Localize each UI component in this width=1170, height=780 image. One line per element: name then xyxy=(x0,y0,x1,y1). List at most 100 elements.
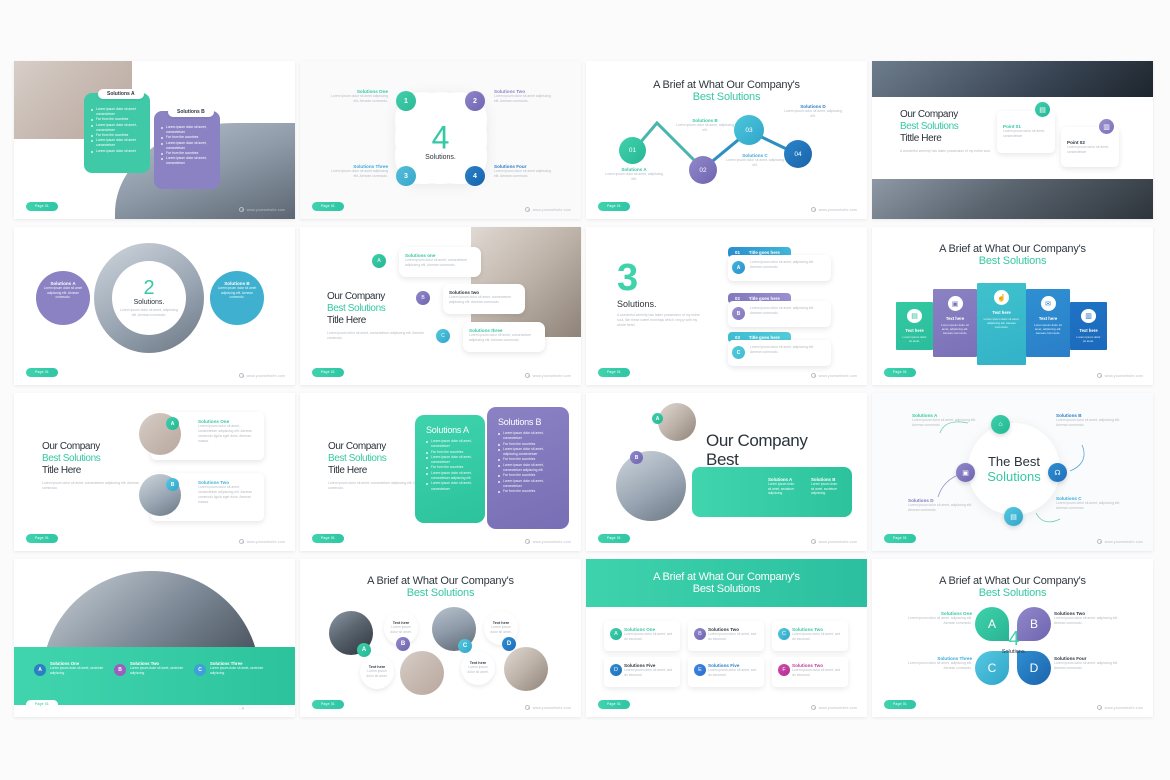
home-icon[interactable]: ⌂ xyxy=(991,415,1010,434)
slide-6-bubble-2[interactable]: Solutions two Lorem ipsum dolor sit amet… xyxy=(443,284,525,314)
slide-11-page-badge[interactable]: Page 01 xyxy=(598,534,630,543)
slide-9-website: www.yourwebsite.com xyxy=(238,539,285,544)
slide-15-card-1[interactable]: A Solutions One Lorem ipsum dolor sit am… xyxy=(604,621,680,651)
slide-10-card-a[interactable]: Solutions A Lorem ipsum dolor sit amet, … xyxy=(415,415,485,523)
slide-thumbnail-16[interactable]: A Brief at What Our Company's Best Solut… xyxy=(872,559,1153,717)
slide-14-title-line2: Best Solutions xyxy=(406,587,475,599)
slide-2-node-1[interactable]: 1 xyxy=(396,91,416,111)
slide-15-card-6[interactable]: F Solutions Two Lorem ipsum dolor sit am… xyxy=(772,657,848,687)
search-icon xyxy=(1096,539,1102,544)
slide-1-page-badge[interactable]: Page 01 xyxy=(26,202,58,211)
slide-thumbnail-13[interactable]: A Solutions One Lorem ipsum dolor sit am… xyxy=(14,559,295,717)
building-icon: ▤ xyxy=(1035,102,1050,117)
slide-1-label-solutions-b: Solutions B xyxy=(168,107,214,117)
slide-thumbnail-6[interactable]: Our Company Best Solutions Title Here Lo… xyxy=(300,227,581,385)
slide-16-body-a: Lorem ipsum dolor sit amet, adipiscing e… xyxy=(907,616,972,625)
slide-11-photo-bottom xyxy=(616,451,686,521)
slide-14-label-a[interactable]: Text here Lorem ipsum dolor sit amet. xyxy=(360,655,394,689)
slide-2-body-4: Lorem ipsum dolor sit amet adipiscing el… xyxy=(494,169,551,178)
slide-10-card-b-bullet: Lorem ipsum dolor sit amet, consectetuer… xyxy=(498,463,558,474)
slide-1-card-b[interactable]: Lorem ipsum dolor sit amet, consectetuer… xyxy=(154,111,220,189)
slide-6-bubble-1[interactable]: Solutions one Lorem ipsum dolor sit amet… xyxy=(399,247,481,277)
slide-12-page-badge[interactable]: Page 01 xyxy=(884,534,916,543)
slide-6-badge-c: C xyxy=(436,329,450,343)
slide-15-card-2[interactable]: B Solutions Two Lorem ipsum dolor sit am… xyxy=(688,621,764,651)
slide-7-bar-3[interactable]: 03 Title goes here C Lorem ipsum dolor s… xyxy=(728,332,831,369)
slide-7-bar-2[interactable]: 02 Title goes here B Lorem ipsum dolor s… xyxy=(728,293,831,330)
slide-thumbnail-1[interactable]: Lorem ipsum dolor sit amet consectetuer … xyxy=(14,61,295,219)
slide-8-column-3[interactable]: ☝ Text here Lorem ipsum dolor sit amet, … xyxy=(977,283,1026,365)
slide-4-point-card-1[interactable]: Point 01 Lorem ipsum dolor sit amet, con… xyxy=(997,111,1055,153)
slide-7-bar-1-badge: A xyxy=(732,261,745,274)
slide-13-item-1[interactable]: A Solutions One Lorem ipsum dolor sit am… xyxy=(34,661,110,676)
search-icon xyxy=(524,207,530,212)
slide-3-node-04[interactable]: 04 xyxy=(784,140,812,168)
slide-2-node-4[interactable]: 4 xyxy=(465,166,485,186)
slide-3-node-03[interactable]: 03 xyxy=(734,115,764,145)
slide-2-body-3: Lorem ipsum dolor sit amet adipiscing el… xyxy=(331,169,388,178)
slide-14-badge-b: B xyxy=(396,637,410,651)
slide-7-bar-1-body: Lorem ipsum dolor sit amet, adipiscing e… xyxy=(750,260,815,269)
slide-5-bubble-b[interactable]: Solutions B Lorem ipsum dolor sit amet a… xyxy=(210,271,264,325)
slide-3-page-badge[interactable]: Page 01 xyxy=(598,202,630,211)
slide-8-column-4[interactable]: ✉ Text here Lorem ipsum dolor sit amet, … xyxy=(1026,289,1070,357)
slide-9-page-badge[interactable]: Page 01 xyxy=(26,534,58,543)
slide-3-node-02[interactable]: 02 xyxy=(689,156,717,184)
slide-16-page-badge[interactable]: Page 01 xyxy=(884,700,916,709)
slide-5-page-badge[interactable]: Page 01 xyxy=(26,368,58,377)
slide-16-diamond-c[interactable]: C xyxy=(975,651,1009,685)
slide-14-page-badge[interactable]: Page 01 xyxy=(312,700,344,709)
slide-10-card-b[interactable]: Solutions B Lorem ipsum dolor sit amet, … xyxy=(487,407,569,529)
slide-thumbnail-8[interactable]: A Brief at What Our Company's Best Solut… xyxy=(872,227,1153,385)
slide-6-bubble-3[interactable]: Solutions three Lorem ipsum dolor sit am… xyxy=(463,322,545,352)
slide-15-card-4[interactable]: D Solutions Five Lorem ipsum dolor sit a… xyxy=(604,657,680,687)
bag-icon[interactable]: ▣ xyxy=(956,463,975,482)
slide-11-green-panel[interactable]: Solutions A Lorem ipsum dolor sit amet, … xyxy=(692,467,852,517)
slide-15-card-5[interactable]: E Solutions Five Lorem ipsum dolor sit a… xyxy=(688,657,764,687)
slide-2-node-2[interactable]: 2 xyxy=(465,91,485,111)
slide-13-page-badge[interactable]: Page 01 xyxy=(26,700,58,709)
slide-thumbnail-2[interactable]: 4 Solutions. 1 Solutions One Lorem ipsum… xyxy=(300,61,581,219)
slide-15-body-4: Lorem ipsum dolor sit amet, sed do eiusm… xyxy=(624,668,673,677)
slide-5-bubble-a[interactable]: Solutions A Lorem ipsum dolor sit amet a… xyxy=(36,271,90,325)
slide-11-badge-a: A xyxy=(652,413,663,424)
slide-1-card-b-bullet: Lorem ipsum dolor sit amet, consectetuer xyxy=(161,156,213,166)
slide-2-body-2: Lorem ipsum dolor sit amet adipiscing el… xyxy=(494,94,551,103)
slide-thumbnail-7[interactable]: 3 Solutions. A wonderful serenity has ta… xyxy=(586,227,867,385)
slide-6-page-badge[interactable]: Page 01 xyxy=(312,368,344,377)
slide-8-column-5[interactable]: ▥ Text here Lorem ipsum dolor sit amet. xyxy=(1070,302,1107,350)
slide-2-page-badge[interactable]: Page 01 xyxy=(312,202,344,211)
slide-thumbnail-10[interactable]: Our Company Best Solutions Title Here Lo… xyxy=(300,393,581,551)
book-icon[interactable]: ▤ xyxy=(1004,507,1023,526)
slide-8-col-3-body: Lorem ipsum dolor sit amet, adipiscing e… xyxy=(983,317,1020,330)
slide-2-node-3[interactable]: 3 xyxy=(396,166,416,186)
slide-4-point-card-2[interactable]: Point 02 Lorem ipsum dolor sit amet, con… xyxy=(1061,127,1119,167)
slide-15-page-badge[interactable]: Page 01 xyxy=(598,700,630,709)
slide-7-bar-1[interactable]: 01 Title goes here A Lorem ipsum dolor s… xyxy=(728,247,831,284)
slide-8-column-1[interactable]: ▤ Text here Lorem ipsum dolor sit amet. xyxy=(896,302,933,350)
slide-16-diamond-d[interactable]: D xyxy=(1017,651,1051,685)
slide-thumbnail-5[interactable]: 2 Solutions. Lorem ipsum dolor sit amet,… xyxy=(14,227,295,385)
slide-thumbnail-11[interactable]: Our Company Best Solutions Title Here So… xyxy=(586,393,867,551)
slide-3-website-text: www.yourwebsite.com xyxy=(818,207,857,212)
slide-8-column-2[interactable]: ▣ Text here Lorem ipsum dolor sit amet, … xyxy=(933,289,977,357)
slide-3-node-01[interactable]: 01 xyxy=(619,137,646,164)
slide-thumbnail-14[interactable]: A Brief at What Our Company's Best Solut… xyxy=(300,559,581,717)
slide-15-card-3[interactable]: C Solutions Two Lorem ipsum dolor sit am… xyxy=(772,621,848,651)
slide-1-card-a[interactable]: Lorem ipsum dolor sit amet consectetuer … xyxy=(84,93,150,173)
headset-icon[interactable]: ☊ xyxy=(1048,463,1067,482)
slide-thumbnail-9[interactable]: Our Company Best Solutions Title Here Lo… xyxy=(14,393,295,551)
slide-14-label-c[interactable]: Text here Lorem ipsum dolor sit amet. xyxy=(461,651,495,685)
slide-thumbnail-12[interactable]: The Best Solutions ⌂ Solutions A Lorem i… xyxy=(872,393,1153,551)
slide-10-page-badge[interactable]: Page 01 xyxy=(312,534,344,543)
slide-13-item-3[interactable]: C Solutions Three Lorem ipsum dolor sit … xyxy=(194,661,272,676)
slide-thumbnail-3[interactable]: A Brief at What Our Company's Best Solut… xyxy=(586,61,867,219)
slide-7-page-badge[interactable]: Page 01 xyxy=(598,368,630,377)
slide-8-page-badge[interactable]: Page 01 xyxy=(884,368,916,377)
search-icon xyxy=(524,373,530,378)
slide-13-item-2[interactable]: B Solutions Two Lorem ipsum dolor sit am… xyxy=(114,661,190,676)
slide-thumbnail-15[interactable]: A Brief at What Our Company's Best Solut… xyxy=(586,559,867,717)
slide-thumbnail-4[interactable]: Our Company Best Solutions Tittle Here A… xyxy=(872,61,1153,219)
search-icon xyxy=(238,373,244,378)
slide-10-title-line3: Title Here xyxy=(328,465,367,476)
